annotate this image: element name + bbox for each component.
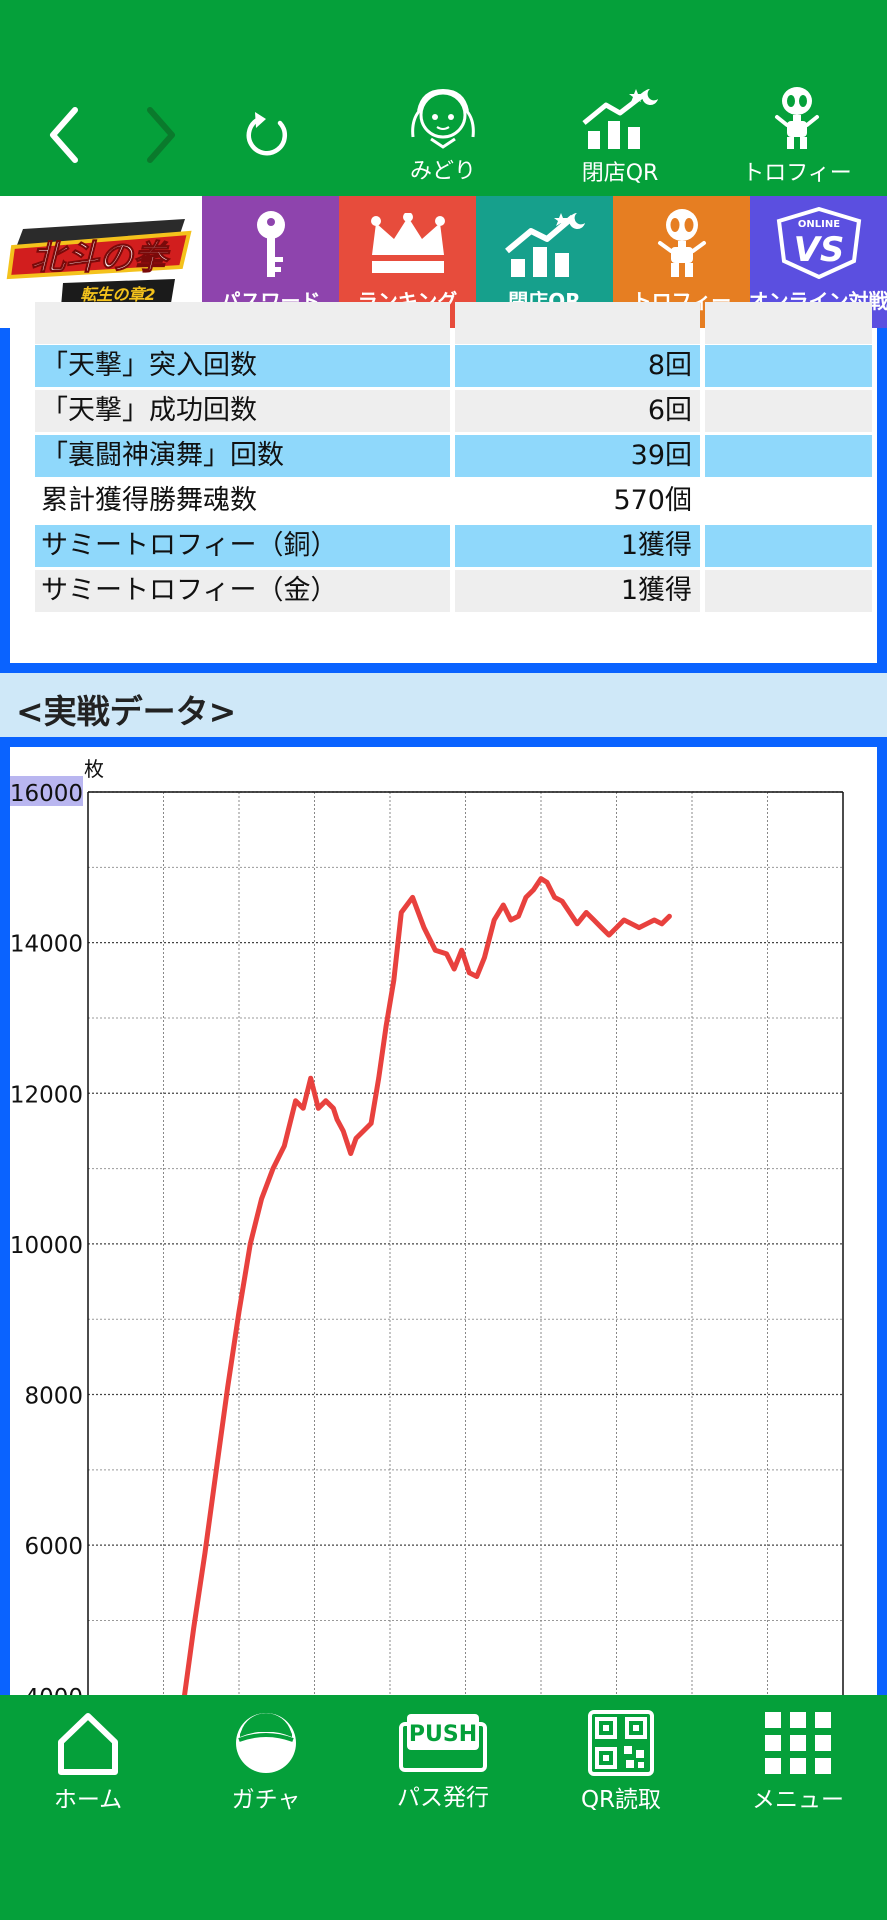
push-badge-text: PUSH	[409, 1722, 477, 1747]
bottom-nav-label: メニュー	[752, 1787, 844, 1813]
table-row: 累計獲得勝舞魂数 570個	[25, 480, 872, 522]
table-cell-extra	[705, 525, 872, 567]
section-header: <実戦データ>	[0, 673, 887, 737]
table-row: 「天撃」突入回数 8回	[25, 345, 872, 387]
bottom-nav: ホーム ガチャ PUSH パス発行 QR読取 メニュー	[0, 1695, 887, 1920]
bottom-nav-label: ホーム	[53, 1787, 123, 1813]
table-cell-extra	[705, 480, 872, 522]
header-item-closing-qr[interactable]: 閉店QR	[555, 85, 685, 190]
y-tick-label: 14000	[10, 932, 83, 958]
table-cell-label: 「裏闘神演舞」回数	[35, 435, 450, 477]
table-cell-value: 570個	[613, 485, 692, 516]
table-cell-value: 6回	[455, 390, 700, 432]
midori-character-icon	[411, 88, 475, 149]
vs-badge-text: ONLINE	[797, 219, 839, 230]
table-cell-value: 39回	[455, 435, 700, 477]
header-item-midori[interactable]: みどり	[378, 85, 508, 190]
chevron-left-icon	[50, 107, 78, 163]
table-row: 「天撃」成功回数 6回	[25, 390, 872, 432]
table-cell-extra	[705, 345, 872, 387]
table-cell-label: 累計獲得勝舞魂数	[41, 485, 257, 516]
y-tick-label: 12000	[10, 1082, 83, 1108]
alien-icon	[657, 209, 706, 277]
table-row: サミートロフィー（銅） 1獲得	[25, 525, 872, 567]
bottom-nav-label: ガチャ	[231, 1787, 301, 1813]
table-cell-value: 8回	[455, 345, 700, 387]
forward-button[interactable]	[125, 100, 195, 170]
table-cell-value: 1獲得	[455, 525, 700, 567]
table-row	[25, 302, 872, 344]
table-cell-label: 「天撃」突入回数	[35, 345, 450, 387]
header-item-trophy[interactable]: トロフィー	[732, 85, 862, 190]
y-tick-label: 6000	[24, 1534, 83, 1560]
table-row: 「裏闘神演舞」回数 39回	[25, 435, 872, 477]
table-row: サミートロフィー（金） 1獲得	[25, 570, 872, 612]
table-cell-value	[455, 302, 700, 344]
bottom-nav-qr-read[interactable]: QR読取	[546, 1710, 696, 1820]
chevron-right-icon	[147, 107, 175, 163]
bottom-nav-label: パス発行	[397, 1785, 489, 1811]
y-axis-unit-label: 枚	[84, 757, 104, 781]
table-cell-label: 「天撃」成功回数	[35, 390, 450, 432]
stats-table: 「天撃」突入回数 8回 「天撃」成功回数 6回 「裏闘神演舞」回数 39回 累計…	[10, 302, 877, 663]
header-item-label: みどり	[409, 159, 476, 184]
header-item-label: トロフィー	[742, 161, 852, 186]
gacha-ball-icon	[236, 1713, 296, 1773]
chart-up-icon	[504, 213, 585, 277]
reload-button[interactable]	[232, 100, 302, 170]
alien-icon	[775, 87, 819, 149]
play-data-chart: 160001400012000100008000600040002000枚	[10, 757, 844, 1697]
bottom-nav-label: QR読取	[580, 1787, 662, 1813]
y-tick-label: 16000	[10, 781, 83, 807]
push-icon: PUSH	[399, 1714, 487, 1772]
section-title: <実戦データ>	[16, 692, 237, 731]
game-logo-image: 北斗の拳 転生の章2	[6, 219, 192, 307]
vs-icon: ONLINE VS	[776, 207, 861, 279]
header-item-label: 閉店QR	[581, 161, 659, 186]
bottom-nav-menu[interactable]: メニュー	[723, 1710, 873, 1820]
series-line	[181, 876, 672, 1697]
table-cell-value: 1獲得	[455, 570, 700, 612]
bottom-nav-gacha[interactable]: ガチャ	[191, 1710, 341, 1820]
table-cell-extra	[705, 435, 872, 477]
table-cell-label	[35, 302, 450, 344]
table-cell-label: サミートロフィー（銅）	[35, 525, 450, 567]
table-cell-extra	[705, 570, 872, 612]
reload-icon	[246, 112, 288, 156]
chart-panel: 160001400012000100008000600040002000枚	[0, 737, 887, 1697]
vs-text: VS	[793, 230, 844, 270]
stats-panel: 「天撃」突入回数 8回 「天撃」成功回数 6回 「裏闘神演舞」回数 39回 累計…	[0, 302, 887, 673]
y-tick-label: 8000	[24, 1384, 83, 1410]
game-logo-title: 北斗の拳	[31, 238, 171, 278]
top-bar: みどり 閉店QR トロフィー	[0, 0, 887, 196]
crown-icon	[370, 213, 445, 273]
table-cell-extra	[705, 390, 872, 432]
qr-code-icon	[588, 1710, 654, 1776]
bottom-nav-pass-issue[interactable]: PUSH パス発行	[368, 1710, 518, 1820]
chart-area: 160001400012000100008000600040002000枚	[10, 747, 877, 1697]
table-cell-label: サミートロフィー（金）	[35, 570, 450, 612]
home-icon	[58, 1713, 118, 1775]
y-tick-label: 10000	[10, 1233, 83, 1259]
back-button[interactable]	[30, 100, 100, 170]
table-cell-extra	[705, 302, 872, 344]
bottom-nav-home[interactable]: ホーム	[13, 1710, 163, 1820]
menu-grid-icon	[765, 1712, 831, 1774]
key-icon	[256, 211, 285, 277]
chart-up-icon	[582, 89, 658, 149]
